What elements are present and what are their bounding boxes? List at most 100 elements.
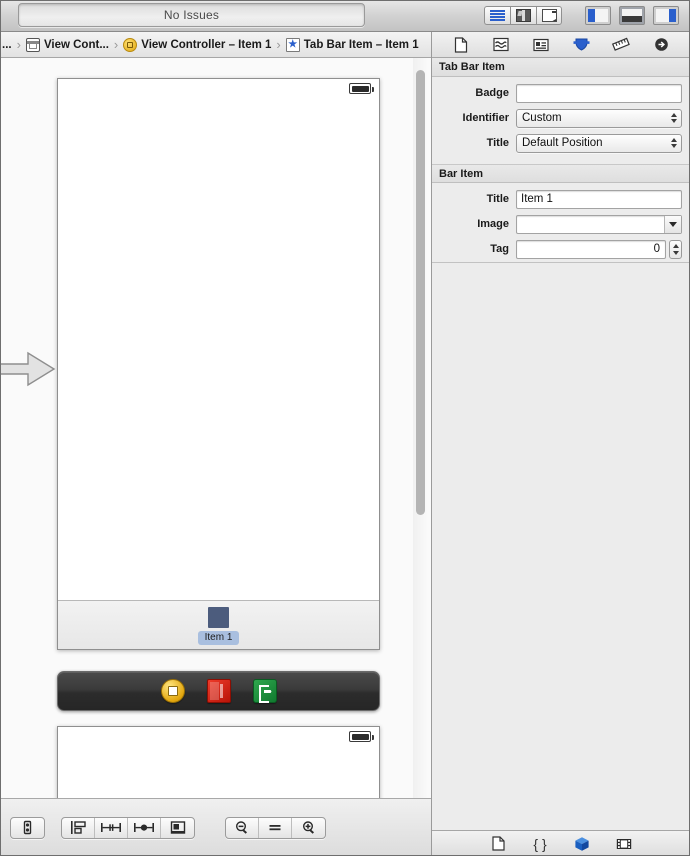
- identity-icon: [533, 38, 549, 51]
- breadcrumb-separator: ›: [276, 37, 281, 52]
- section-header-tab-bar-item: Tab Bar Item: [432, 58, 690, 77]
- view-controller-scene-secondary[interactable]: [57, 726, 380, 798]
- image-combobox[interactable]: [516, 214, 682, 234]
- title-label: Title: [486, 193, 509, 205]
- code-snippet-library-tab[interactable]: { }: [530, 835, 550, 853]
- outline-toggle-icon: [23, 820, 32, 835]
- identifier-label: Identifier: [462, 112, 509, 124]
- battery-icon: [349, 83, 374, 94]
- lines-icon: [490, 9, 505, 22]
- toggle-utilities-button[interactable]: [653, 6, 679, 25]
- media-library-tab[interactable]: [614, 835, 634, 853]
- image-row: Image: [432, 213, 682, 235]
- size-inspector-tab[interactable]: [610, 36, 632, 54]
- zoom-out-button[interactable]: [226, 817, 259, 838]
- tab-bar-item-image: [208, 607, 229, 628]
- breadcrumb-item-2[interactable]: View Controller – Item 1: [123, 32, 272, 57]
- quick-help-tab[interactable]: [490, 36, 512, 54]
- tag-input[interactable]: 0: [516, 239, 666, 259]
- identifier-popup[interactable]: Custom: [516, 108, 682, 128]
- zoom-out-icon: [235, 821, 248, 834]
- badge-input[interactable]: [516, 83, 682, 103]
- tab-bar-item-fields: Badge Identifier Custom Title Default Po…: [432, 77, 690, 164]
- identifier-value: Custom: [522, 112, 562, 124]
- file-icon: [491, 836, 505, 851]
- identity-inspector-tab[interactable]: [530, 36, 552, 54]
- zoom-in-button[interactable]: [292, 818, 325, 838]
- tag-control: 0: [516, 239, 682, 259]
- pin-icon: [101, 823, 121, 832]
- breadcrumb-item-0[interactable]: ...: [0, 32, 12, 57]
- title-position-popup[interactable]: Default Position: [516, 133, 682, 153]
- embed-icon: [170, 821, 185, 834]
- film-icon: [616, 838, 632, 849]
- breadcrumb-label-1: View Cont...: [43, 38, 109, 51]
- attributes-inspector-tab[interactable]: [570, 36, 592, 54]
- canvas-bottom-bar: [0, 798, 432, 856]
- file-template-library-tab[interactable]: [488, 835, 508, 853]
- tab-bar-item-icon: ★: [285, 37, 300, 52]
- breadcrumb-item-3[interactable]: ★ Tab Bar Item – Item 1: [285, 32, 419, 57]
- title-row: Title Item 1: [432, 188, 682, 210]
- toggle-navigator-button[interactable]: [585, 6, 611, 25]
- yellow-circle-icon[interactable]: [160, 679, 185, 703]
- tag-label: Tag: [490, 243, 509, 255]
- autolayout-group: [61, 816, 195, 839]
- chevron-updown-icon: [671, 138, 677, 148]
- align-button[interactable]: [62, 817, 95, 838]
- pin-button[interactable]: [95, 817, 128, 838]
- chevron-down-icon[interactable]: [664, 215, 681, 233]
- canvas-scrollbar[interactable]: [413, 58, 428, 798]
- object-library-tab[interactable]: [572, 835, 592, 853]
- toolbar-left-region: No Issues: [0, 0, 432, 32]
- status-text: No Issues: [163, 7, 220, 22]
- view-controller-icon: [123, 37, 138, 52]
- zoom-actual-size-button[interactable]: [259, 817, 292, 838]
- embed-in-button[interactable]: [161, 818, 194, 838]
- image-value: [517, 216, 664, 233]
- breadcrumb: ... › View Cont... › View Controller – I…: [0, 32, 432, 58]
- tab-bar-item-title: Item 1: [197, 631, 240, 645]
- storyboard-entry-arrow: [0, 348, 58, 390]
- scene-dock[interactable]: [57, 671, 380, 711]
- zoom-in-icon: [302, 821, 314, 834]
- view-controller-scene[interactable]: Item 1: [57, 78, 380, 650]
- inspector-empty-area: [432, 262, 690, 830]
- badge-label: Badge: [475, 87, 509, 99]
- align-icon: [70, 821, 86, 834]
- blue-cube-icon: [575, 836, 589, 851]
- green-exit-icon[interactable]: [252, 679, 277, 703]
- breadcrumb-label-2: View Controller – Item 1: [141, 38, 272, 51]
- inspector-tab-bar: [432, 32, 690, 58]
- resolve-icon: [134, 823, 154, 832]
- standard-editor-button[interactable]: [484, 6, 510, 25]
- version-editor-button[interactable]: [536, 6, 562, 25]
- right-panel-bar: [669, 9, 676, 22]
- tab-bar-item[interactable]: Item 1: [58, 607, 379, 645]
- title-input[interactable]: Item 1: [516, 189, 682, 209]
- quick-help-icon: [493, 37, 509, 52]
- arrow-circle-icon: [654, 38, 668, 51]
- resolve-issues-button[interactable]: [128, 817, 161, 838]
- bottom-panel-bar: [622, 16, 642, 22]
- assistant-editor-button[interactable]: [510, 6, 536, 25]
- tab-bar[interactable]: Item 1: [58, 600, 379, 649]
- ruler-icon: [612, 37, 630, 51]
- toolbar-right-region: [432, 0, 690, 32]
- inspector-content: Tab Bar Item Badge Identifier Custom Tit…: [432, 58, 690, 830]
- utilities-inspector: Tab Bar Item Badge Identifier Custom Tit…: [432, 32, 690, 856]
- tag-stepper[interactable]: [669, 239, 682, 259]
- connections-inspector-tab[interactable]: [650, 36, 672, 54]
- storyboard-canvas[interactable]: Item 1: [0, 58, 432, 798]
- breadcrumb-item-1[interactable]: View Cont...: [25, 32, 109, 57]
- file-inspector-tab[interactable]: [450, 36, 472, 54]
- library-tab-bar: { }: [432, 830, 690, 856]
- canvas-scrollbar-thumb[interactable]: [416, 70, 425, 515]
- file-icon: [454, 36, 468, 53]
- breadcrumb-label-0: ...: [2, 38, 12, 51]
- toggle-debug-area-button[interactable]: [619, 6, 645, 25]
- split-divider[interactable]: [431, 32, 432, 856]
- status-area[interactable]: No Issues: [18, 2, 365, 27]
- toggle-document-outline-button[interactable]: [11, 818, 44, 838]
- red-cube-icon[interactable]: [206, 679, 231, 703]
